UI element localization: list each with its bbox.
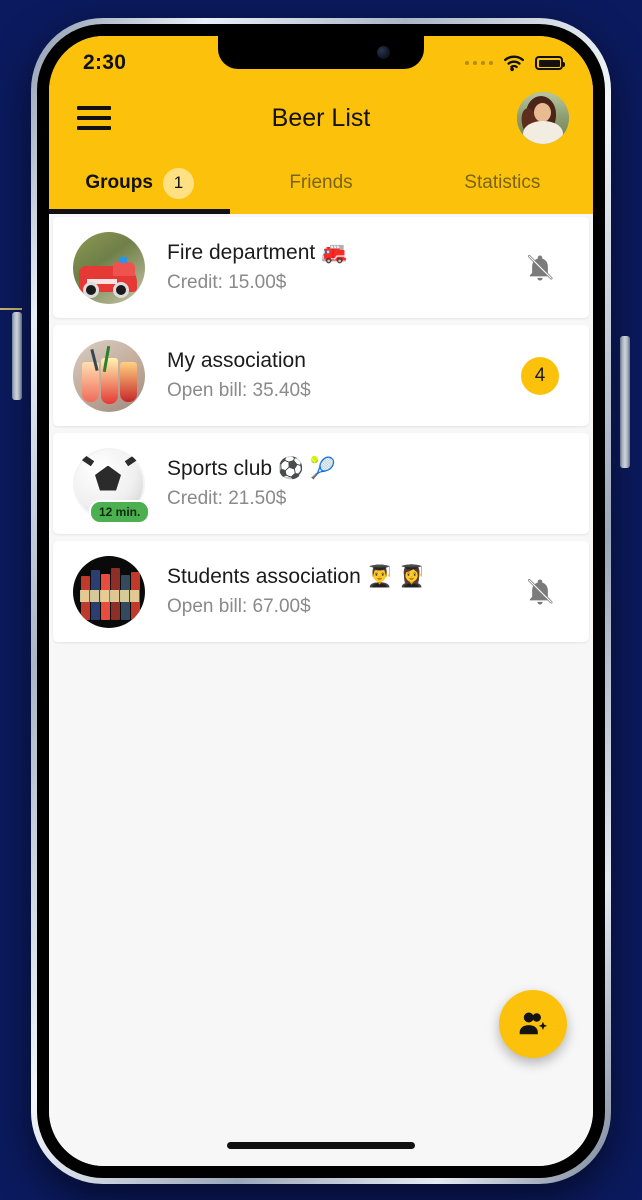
unread-count-badge: 4: [521, 356, 559, 395]
list-item-trailing[interactable]: [517, 253, 563, 283]
status-indicators: [465, 54, 565, 72]
user-avatar[interactable]: [517, 92, 569, 144]
power-button[interactable]: [620, 336, 630, 468]
bell-off-icon[interactable]: [525, 577, 555, 607]
list-item[interactable]: 12 min. Sports club ⚽ 🎾 Credit: 21.50$: [53, 433, 589, 534]
front-camera-icon: [377, 46, 390, 59]
home-indicator-area: [49, 1124, 593, 1166]
tab-groups-label: Groups: [85, 172, 153, 193]
notch: [218, 36, 424, 69]
tab-bar: Groups 1 Friends Statistics: [49, 152, 593, 214]
add-group-button[interactable]: [499, 990, 567, 1058]
group-thumb-wrap: [73, 231, 145, 304]
battery-full-icon: [535, 56, 565, 70]
avatar-button[interactable]: [517, 92, 569, 144]
bell-off-icon[interactable]: [525, 253, 555, 283]
add-group-icon: [519, 1012, 548, 1035]
list-item[interactable]: Fire department 🚒 Credit: 15.00$: [53, 217, 589, 318]
frame-accent-line: [0, 308, 22, 310]
phone-frame: 2:30 Beer List Groups 1 Friends Statisti…: [31, 18, 611, 1184]
tab-groups[interactable]: Groups 1: [49, 152, 231, 214]
group-title: Sports club ⚽ 🎾: [167, 457, 337, 480]
phone-screen: 2:30 Beer List Groups 1 Friends Statisti…: [49, 36, 593, 1166]
tab-statistics[interactable]: Statistics: [412, 152, 593, 214]
time-badge: 12 min.: [89, 499, 151, 524]
phone-bezel: 2:30 Beer List Groups 1 Friends Statisti…: [37, 24, 605, 1178]
group-subtitle: Credit: 15.00$: [167, 272, 287, 294]
group-title: Students association 👨‍🎓 👩‍🎓: [167, 565, 425, 588]
wifi-icon: [504, 55, 524, 72]
group-subtitle: Open bill: 35.40$: [167, 380, 311, 402]
group-title: My association: [167, 349, 306, 372]
list-item-text: Fire department 🚒 Credit: 15.00$: [167, 240, 517, 295]
group-thumb-wrap: [73, 339, 145, 412]
list-item-text: My association Open bill: 35.40$: [167, 348, 517, 403]
tab-statistics-label: Statistics: [464, 172, 541, 193]
group-thumb-wrap: [73, 555, 145, 628]
learning-books-photo: [73, 555, 145, 628]
home-indicator-bar[interactable]: [227, 1141, 415, 1149]
volume-button[interactable]: [12, 312, 22, 400]
group-title: Fire department 🚒: [167, 241, 348, 264]
list-item-text: Sports club ⚽ 🎾 Credit: 21.50$: [167, 456, 517, 511]
group-subtitle: Credit: 21.50$: [167, 488, 287, 510]
hamburger-menu-icon[interactable]: [77, 106, 111, 130]
list-item-text: Students association 👨‍🎓 👩‍🎓 Open bill: …: [167, 564, 517, 619]
status-time: 2:30: [83, 51, 127, 74]
signal-dots-icon: [465, 61, 493, 65]
group-list[interactable]: Fire department 🚒 Credit: 15.00$ My asso…: [49, 214, 593, 1124]
fire-truck-photo: [73, 231, 145, 304]
tab-groups-badge: 1: [162, 167, 194, 199]
group-thumb-wrap: 12 min.: [73, 447, 151, 524]
app-bar: Beer List: [49, 84, 593, 152]
tab-friends[interactable]: Friends: [230, 152, 411, 214]
list-item-trailing[interactable]: [517, 577, 563, 607]
list-item[interactable]: Students association 👨‍🎓 👩‍🎓 Open bill: …: [53, 541, 589, 642]
list-item[interactable]: My association Open bill: 35.40$ 4: [53, 325, 589, 426]
list-item-trailing[interactable]: 4: [517, 356, 563, 395]
page-title: Beer List: [271, 103, 371, 132]
cocktail-cheers-photo: [73, 339, 145, 412]
tab-friends-label: Friends: [289, 172, 353, 193]
group-subtitle: Open bill: 67.00$: [167, 596, 311, 618]
